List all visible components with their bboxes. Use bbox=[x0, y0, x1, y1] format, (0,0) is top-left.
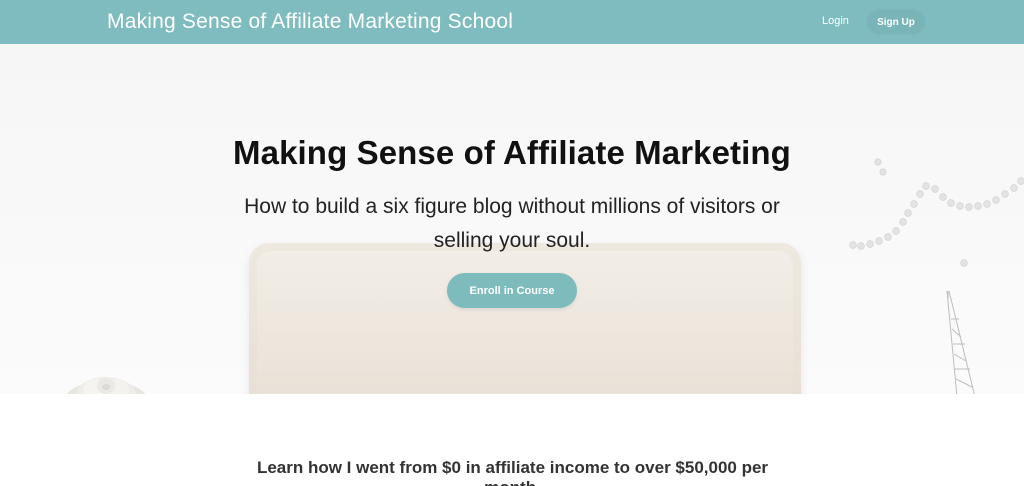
page-title: Making Sense of Affiliate Marketing bbox=[233, 134, 791, 172]
sign-up-button[interactable]: Sign Up bbox=[866, 9, 926, 35]
hero-section: Making Sense of Affiliate Marketing How … bbox=[0, 44, 1024, 394]
login-link[interactable]: Login bbox=[822, 15, 849, 27]
brand-link[interactable]: Making Sense of Affiliate Marketing Scho… bbox=[107, 10, 513, 34]
top-navigation-bar: Making Sense of Affiliate Marketing Scho… bbox=[0, 0, 1024, 44]
laptop-decoration bbox=[249, 243, 801, 394]
eiffel-tower-decoration-icon bbox=[946, 290, 975, 394]
enroll-in-course-button[interactable]: Enroll in Course bbox=[447, 273, 577, 308]
page: Making Sense of Affiliate Marketing Scho… bbox=[0, 0, 1024, 486]
flower-decoration-icon bbox=[66, 377, 146, 394]
intro-section: Learn how I went from $0 in affiliate in… bbox=[0, 394, 1024, 486]
hero-subtitle: How to build a six figure blog without m… bbox=[244, 195, 780, 252]
intro-text: Learn how I went from $0 in affiliate in… bbox=[256, 458, 769, 486]
